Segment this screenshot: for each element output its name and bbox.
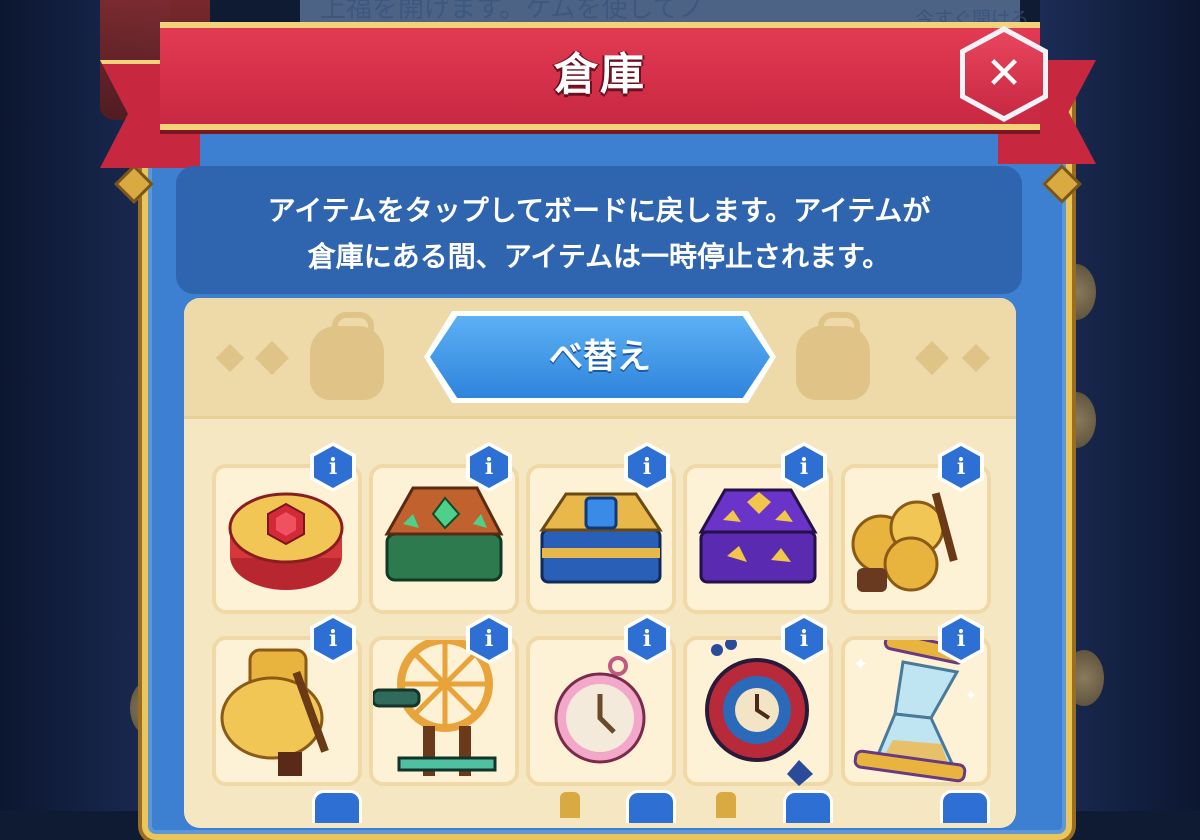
sparkling-hourglass-icon: ✦ ✦ — [853, 631, 977, 783]
dialog-title: 倉庫 — [554, 49, 646, 100]
close-icon: ✕ — [965, 32, 1043, 116]
info-icon: i — [628, 446, 666, 488]
spinning-wheel-icon — [371, 636, 497, 776]
backpack-icon — [310, 312, 384, 400]
item-peek — [560, 792, 580, 818]
blue-red-clock-icon — [705, 638, 813, 786]
item-peek — [716, 792, 736, 818]
diamond-ornament — [255, 341, 289, 375]
info-icon: i — [470, 618, 508, 660]
instruction-text: アイテムをタップしてボードに戻します。アイテムが 倉庫にある間、アイテムは一時停… — [176, 188, 1022, 280]
svg-text:✦: ✦ — [965, 688, 977, 704]
instruction-box: アイテムをタップしてボードに戻します。アイテムが 倉庫にある間、アイテムは一時停… — [176, 166, 1022, 294]
info-icon: i — [942, 446, 980, 488]
diamond-ornament — [215, 343, 245, 373]
diamond-ornament — [961, 343, 991, 373]
info-icon: i — [785, 446, 823, 488]
instruction-line-1: アイテムをタップしてボードに戻します。アイテムが — [267, 194, 931, 227]
info-icon: i — [942, 618, 980, 660]
diamond-ornament — [915, 341, 949, 375]
info-icon: i — [314, 618, 352, 660]
title-ribbon: 倉庫 — [160, 22, 1040, 130]
info-icon: i — [314, 446, 352, 488]
instruction-line-2: 倉庫にある間、アイテムは一時停止されます。 — [307, 240, 891, 273]
item-info-button[interactable] — [783, 790, 833, 823]
backpack-icon — [796, 312, 870, 400]
item-info-button[interactable] — [940, 790, 990, 823]
item-info-button[interactable] — [312, 790, 362, 823]
svg-text:✦: ✦ — [853, 654, 868, 675]
info-icon: i — [628, 618, 666, 660]
item-info-button[interactable] — [626, 790, 676, 823]
info-icon: i — [785, 618, 823, 660]
sort-button[interactable]: べ替え — [430, 316, 770, 398]
info-icon: i — [470, 446, 508, 488]
